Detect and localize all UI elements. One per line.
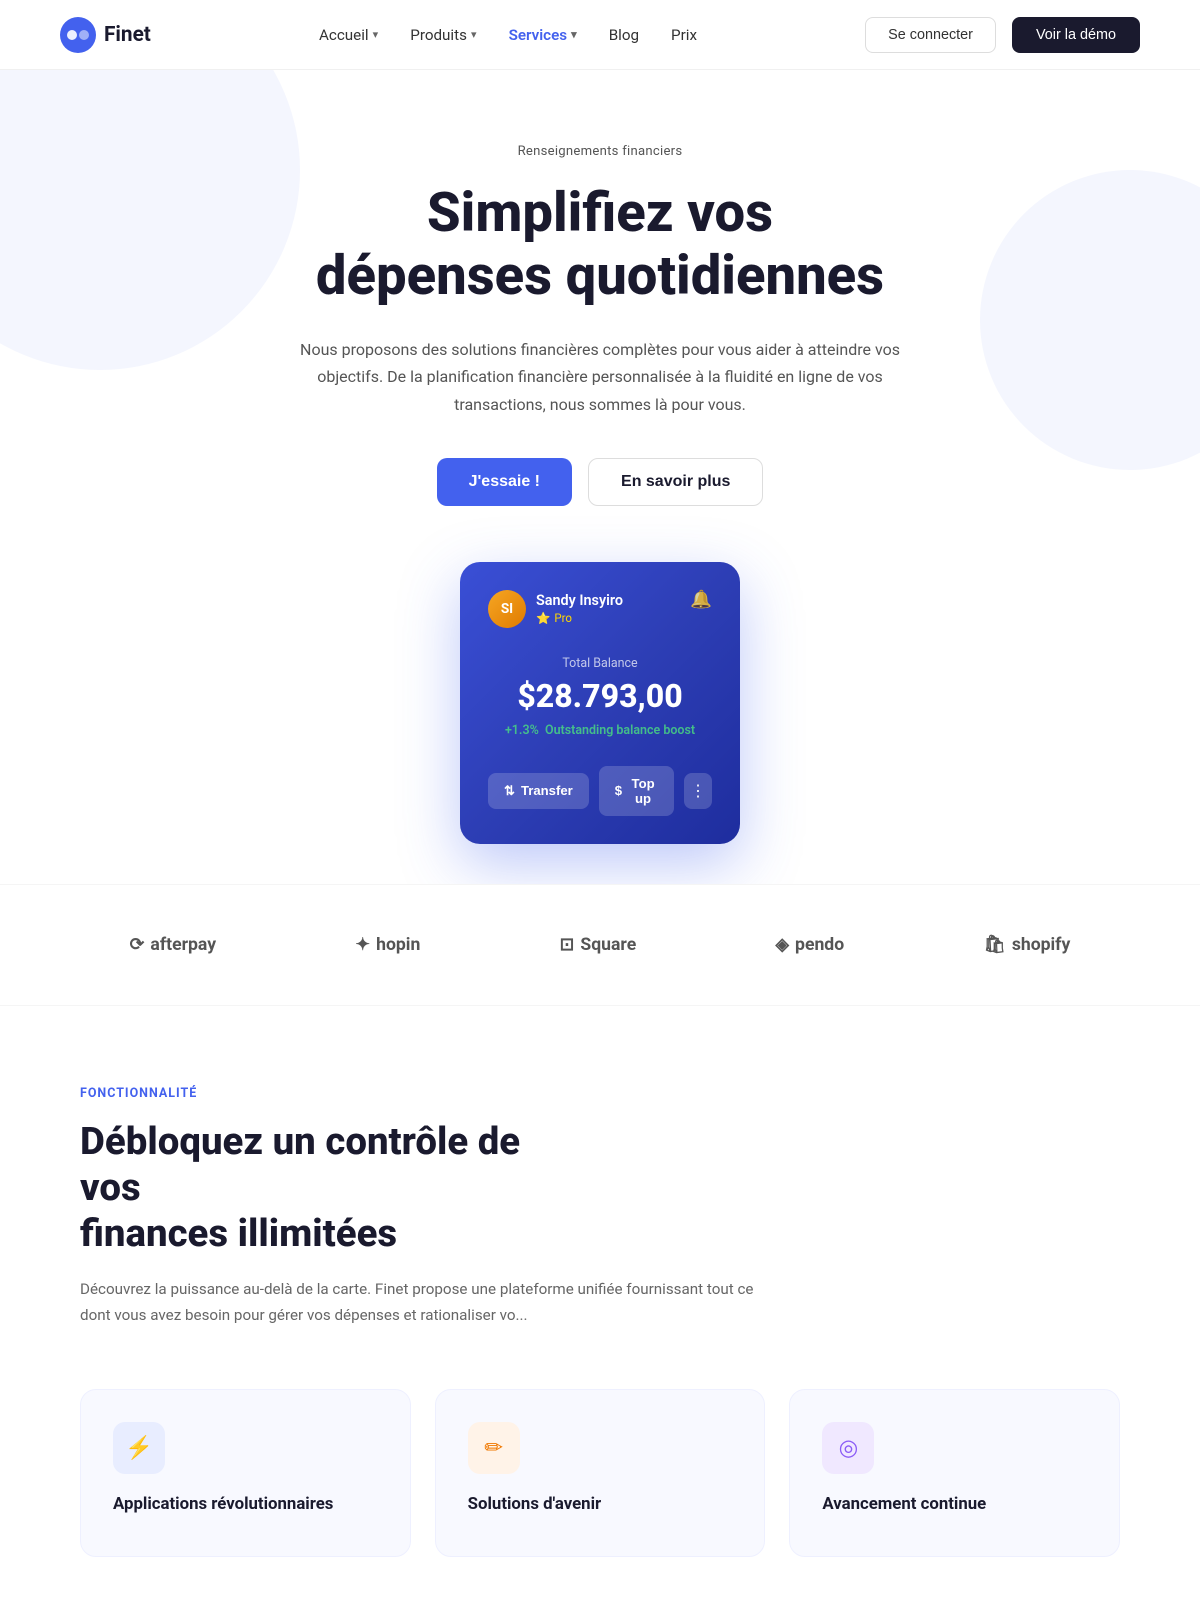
- card-actions: ⇅ Transfer $ Top up ⋮: [488, 766, 712, 816]
- feature-title-3: Avancement continue: [822, 1494, 1087, 1514]
- partner-shopify: 🛍 shopify: [983, 935, 1070, 955]
- section-tag: FONCTIONNALITÉ: [80, 1086, 1120, 1101]
- nav-link-services[interactable]: Services ▾: [509, 26, 577, 44]
- avatar: SI: [488, 590, 526, 628]
- balance-boost: +1.3% Outstanding balance boost: [488, 723, 712, 738]
- partner-square: ⊡ Square: [560, 935, 637, 955]
- nav-link-produits[interactable]: Produits ▾: [410, 26, 476, 44]
- nav-link-blog[interactable]: Blog: [609, 26, 639, 44]
- try-button[interactable]: J'essaie !: [437, 458, 572, 506]
- navbar: Finet Accueil ▾ Produits ▾ Services ▾ Bl…: [0, 0, 1200, 70]
- bg-decoration-2: [980, 170, 1200, 470]
- card-username: Sandy Insyiro: [536, 592, 623, 609]
- transfer-icon: ⇅: [504, 783, 515, 799]
- feature-icon-2: ✏: [468, 1422, 520, 1474]
- connect-button[interactable]: Se connecter: [865, 17, 996, 53]
- partners-section: ⟳ afterpay ✦ hopin ⊡ Square ◈ pendo 🛍 sh…: [0, 884, 1200, 1006]
- partner-afterpay: ⟳ afterpay: [130, 935, 216, 955]
- card-balance-section: Total Balance $28.793,00 +1.3% Outstandi…: [488, 656, 712, 738]
- dollar-icon: $: [615, 783, 622, 798]
- card-pro-badge: ⭐ Pro: [536, 611, 623, 625]
- logo[interactable]: Finet: [60, 17, 151, 53]
- hero-title: Simplifiez vos dépenses quotidiennes: [250, 183, 950, 308]
- transfer-button[interactable]: ⇅ Transfer: [488, 773, 589, 809]
- chevron-down-icon: ▾: [571, 28, 577, 41]
- nav-link-prix[interactable]: Prix: [671, 26, 697, 44]
- nav-links: Accueil ▾ Produits ▾ Services ▾ Blog Pri…: [319, 26, 697, 44]
- balance-label: Total Balance: [488, 656, 712, 671]
- logo-icon: [60, 17, 96, 53]
- chevron-down-icon: ▾: [373, 28, 379, 41]
- dashboard-card: SI Sandy Insyiro ⭐ Pro 🔔 Total Balance $…: [460, 562, 740, 844]
- bell-icon[interactable]: 🔔: [690, 590, 712, 610]
- topup-button[interactable]: $ Top up: [599, 766, 674, 816]
- feature-card-3: ◎ Avancement continue: [789, 1389, 1120, 1557]
- feature-card-1: ⚡ Applications révolutionnaires: [80, 1389, 411, 1557]
- partner-hopin: ✦ hopin: [355, 935, 420, 955]
- learn-more-button[interactable]: En savoir plus: [588, 458, 763, 506]
- feature-cards: ⚡ Applications révolutionnaires ✏ Soluti…: [80, 1389, 1120, 1557]
- nav-link-accueil[interactable]: Accueil ▾: [319, 26, 378, 44]
- card-user: SI Sandy Insyiro ⭐ Pro: [488, 590, 623, 628]
- hero-badge: Renseignements financiers: [518, 144, 683, 159]
- balance-amount: $28.793,00: [488, 677, 712, 715]
- feature-title-1: Applications révolutionnaires: [113, 1494, 378, 1514]
- feature-title-2: Solutions d'avenir: [468, 1494, 733, 1514]
- features-section: FONCTIONNALITÉ Débloquez un contrôle de …: [0, 1006, 1200, 1597]
- card-user-info: Sandy Insyiro ⭐ Pro: [536, 592, 623, 625]
- feature-icon-3: ◎: [822, 1422, 874, 1474]
- demo-button[interactable]: Voir la démo: [1012, 17, 1140, 53]
- more-options-button[interactable]: ⋮: [684, 773, 712, 809]
- dashboard-card-wrapper: SI Sandy Insyiro ⭐ Pro 🔔 Total Balance $…: [60, 562, 1140, 844]
- section-title: Débloquez un contrôle de vos finances il…: [80, 1119, 580, 1257]
- hero-description: Nous proposons des solutions financières…: [290, 336, 910, 418]
- feature-card-2: ✏ Solutions d'avenir: [435, 1389, 766, 1557]
- section-description: Découvrez la puissance au-delà de la car…: [80, 1277, 780, 1329]
- hero-actions: J'essaie ! En savoir plus: [60, 458, 1140, 506]
- logo-text: Finet: [104, 23, 151, 47]
- hero-section: Renseignements financiers Simplifiez vos…: [0, 70, 1200, 884]
- card-header: SI Sandy Insyiro ⭐ Pro 🔔: [488, 590, 712, 628]
- more-icon: ⋮: [690, 781, 706, 801]
- nav-actions: Se connecter Voir la démo: [865, 17, 1140, 53]
- feature-icon-1: ⚡: [113, 1422, 165, 1474]
- chevron-down-icon: ▾: [471, 28, 477, 41]
- partner-pendo: ◈ pendo: [776, 935, 845, 955]
